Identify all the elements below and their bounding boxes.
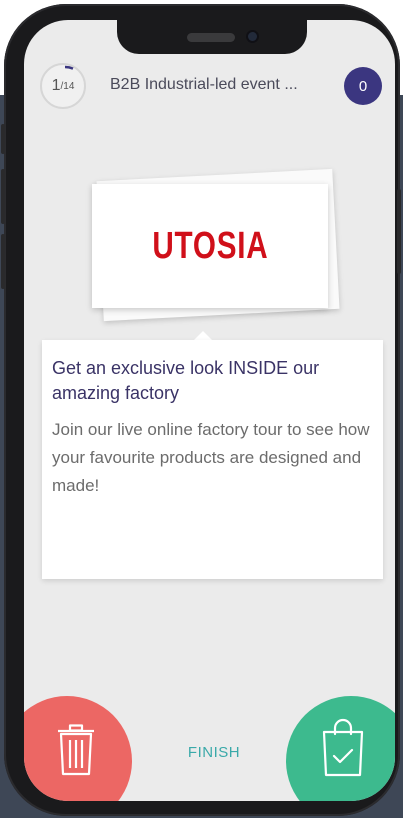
card-pointer bbox=[194, 331, 212, 340]
save-button[interactable] bbox=[286, 696, 395, 801]
progress-arc bbox=[64, 65, 74, 70]
count-badge[interactable]: 0 bbox=[344, 67, 382, 105]
phone-notch bbox=[117, 20, 307, 54]
logo-card: UTOSIA bbox=[92, 184, 328, 308]
front-camera bbox=[248, 32, 257, 41]
content-body: Join our live online factory tour to see… bbox=[52, 420, 370, 495]
trash-icon bbox=[58, 724, 94, 776]
progress-indicator: 1/14 bbox=[40, 63, 86, 109]
brand-logo: UTOSIA bbox=[151, 224, 269, 267]
speaker-grille bbox=[187, 33, 235, 42]
event-title[interactable]: B2B Industrial-led event ... bbox=[110, 76, 340, 94]
phone-side-button bbox=[1, 169, 5, 224]
app-screen: 1/14 B2B Industrial-led event ... 0 UTOS… bbox=[24, 20, 395, 801]
content-title: Get an exclusive look INSIDE our amazing… bbox=[52, 358, 320, 403]
phone-side-button bbox=[1, 234, 5, 289]
phone-side-button bbox=[1, 124, 5, 154]
shopping-bag-check-icon bbox=[322, 718, 364, 777]
content-card[interactable]: Get an exclusive look INSIDE our amazing… bbox=[42, 340, 383, 579]
phone-side-button bbox=[397, 189, 401, 274]
discard-button[interactable] bbox=[24, 696, 132, 801]
phone-frame: 1/14 B2B Industrial-led event ... 0 UTOS… bbox=[1, 4, 401, 816]
finish-button[interactable]: FINISH bbox=[174, 744, 254, 761]
